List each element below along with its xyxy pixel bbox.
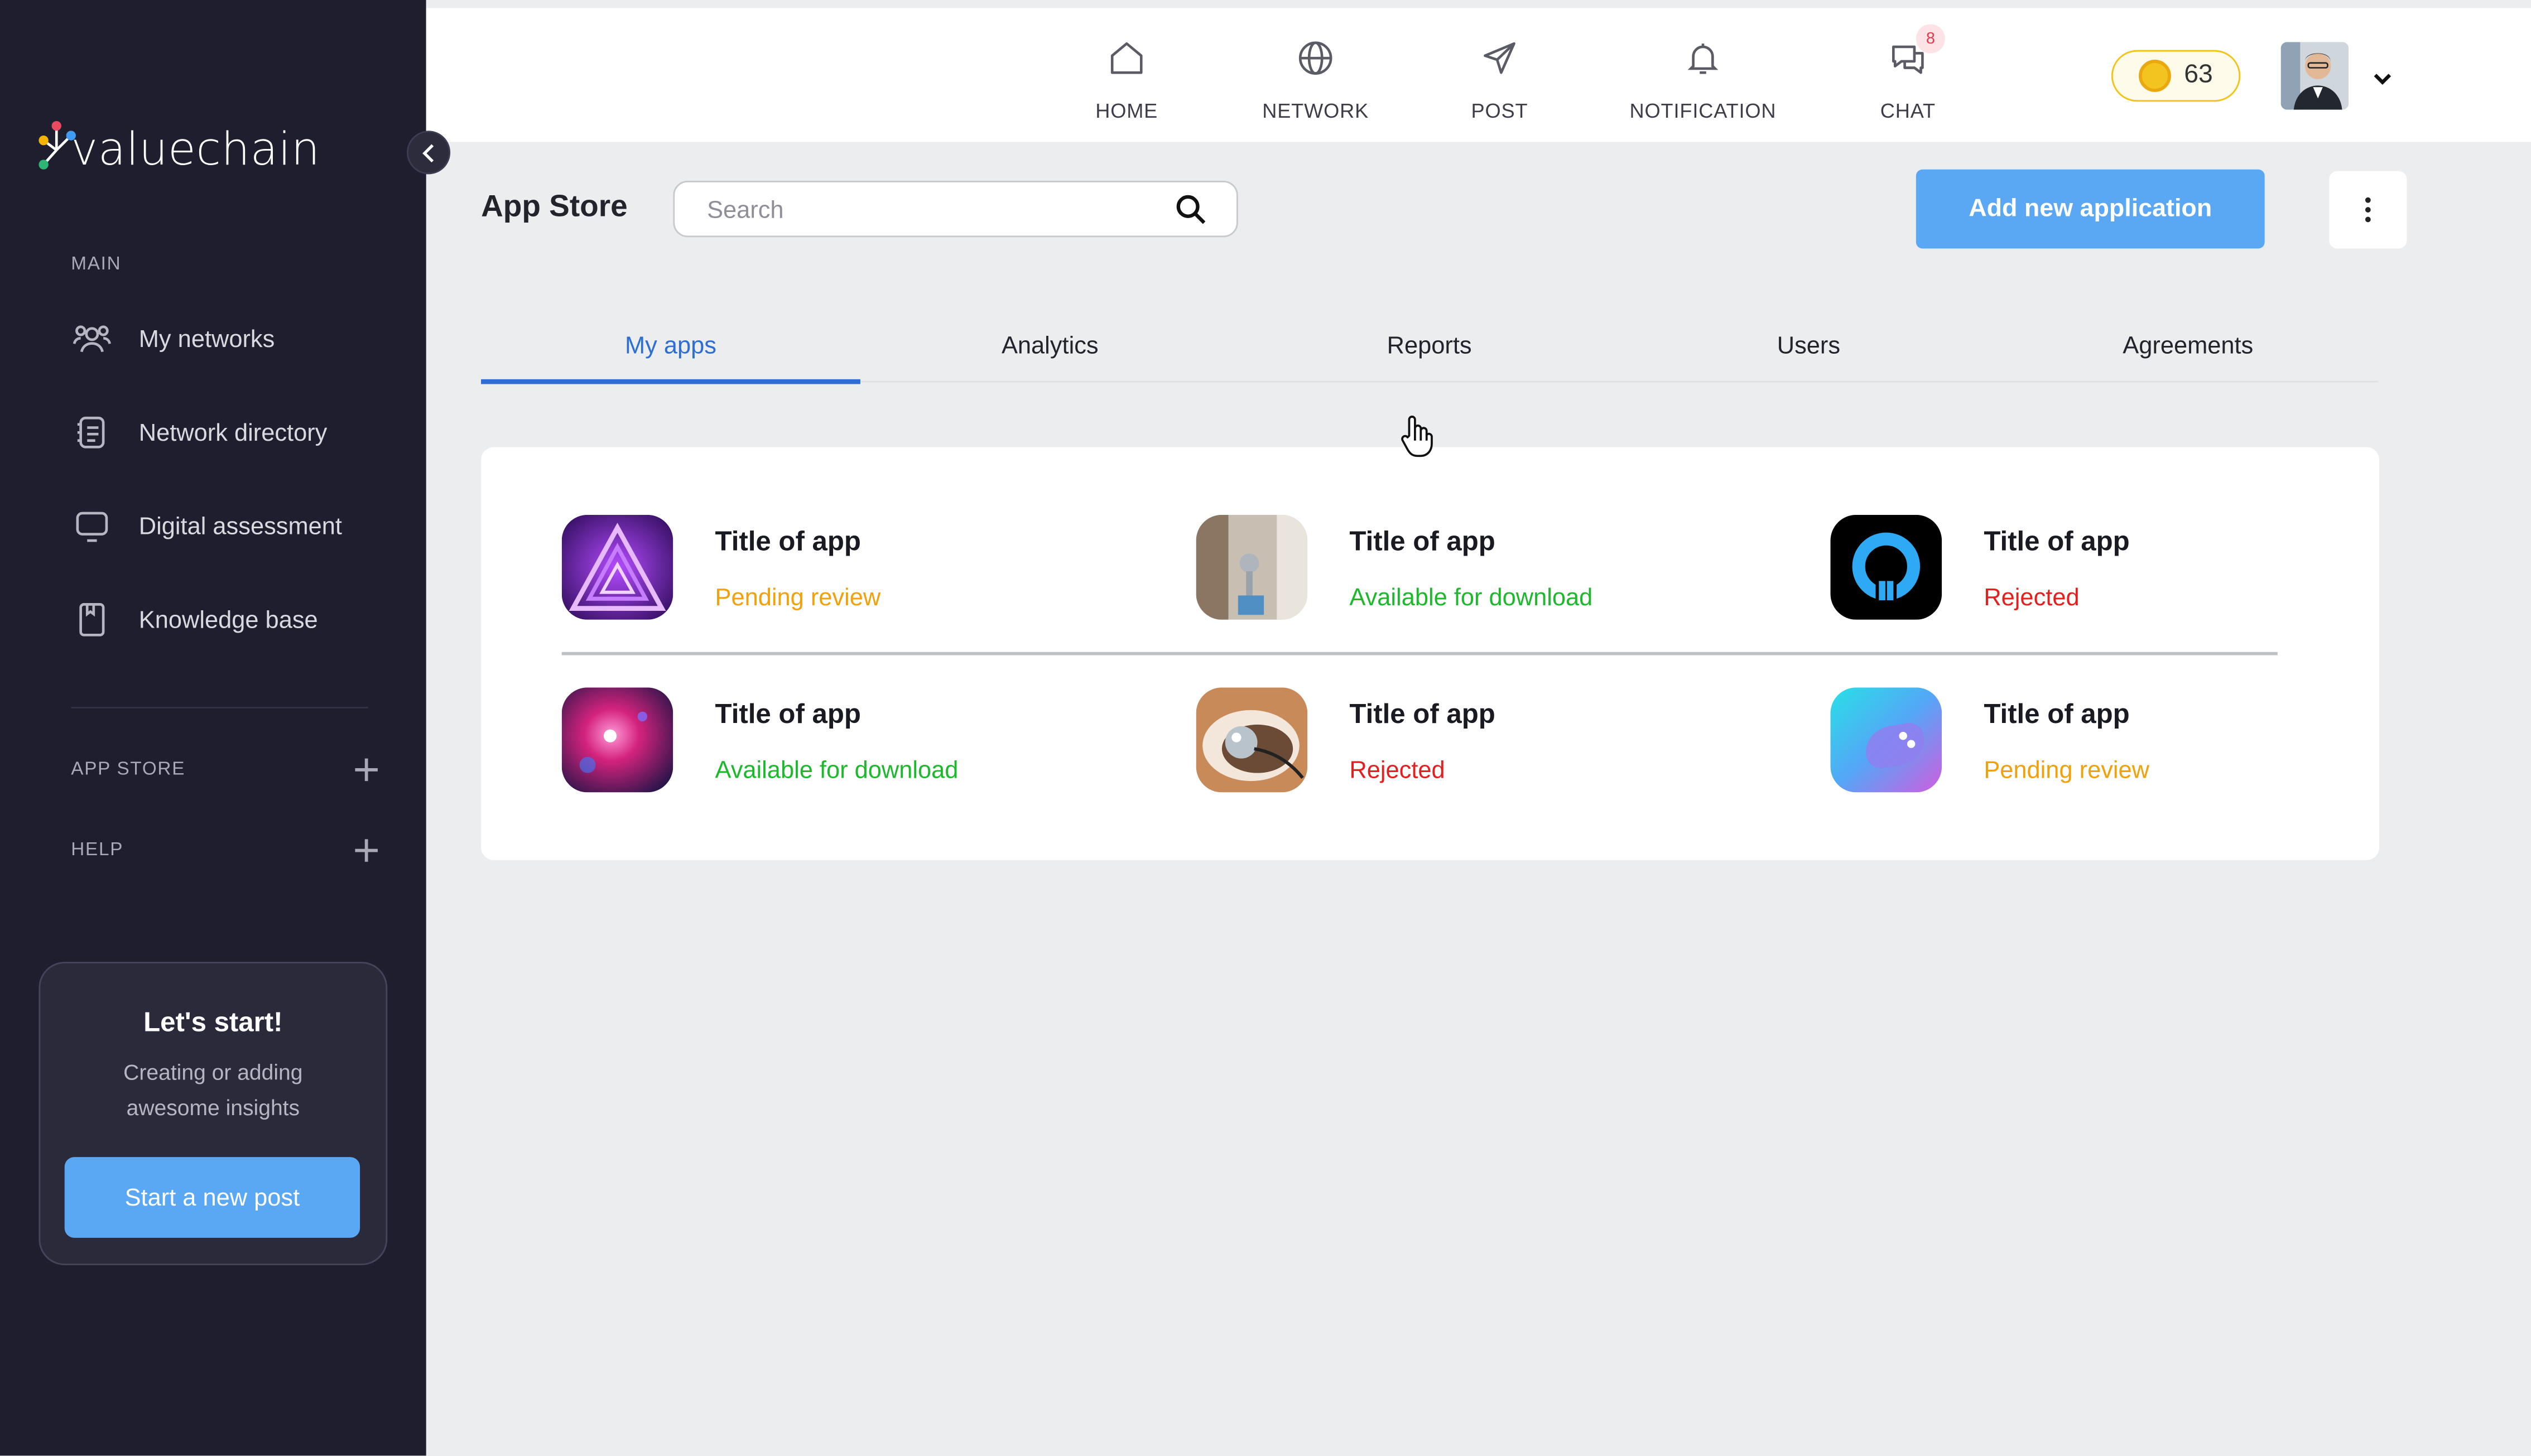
brand-logo[interactable]: valuechain: [36, 113, 359, 184]
start-card-title: Let's start!: [143, 1007, 283, 1038]
app-card[interactable]: Title of app Pending review: [1830, 687, 2380, 801]
tab-analytics[interactable]: Analytics: [860, 313, 1240, 381]
globe-icon: [1295, 37, 1336, 79]
topnav-label: NOTIFICATION: [1629, 100, 1777, 123]
directory-icon: [71, 412, 113, 454]
app-thumbnail: [561, 514, 673, 620]
app-title: Title of app: [715, 526, 861, 557]
app-thumbnail: [1196, 514, 1308, 620]
app-store-section-toggle[interactable]: APP STORE: [71, 754, 378, 786]
top-strip: [426, 0, 2531, 8]
start-new-post-button[interactable]: Start a new post: [64, 1157, 360, 1238]
users-icon: [71, 318, 113, 360]
search-icon[interactable]: [1175, 194, 1207, 234]
app-card[interactable]: Title of app Rejected: [1830, 514, 2380, 628]
topnav-home[interactable]: HOME: [1086, 8, 1167, 142]
tab-users[interactable]: Users: [1619, 313, 1999, 381]
sidebar-item-network-directory[interactable]: Network directory: [71, 408, 394, 457]
sidebar-item-digital-assessment[interactable]: Digital assessment: [71, 502, 394, 551]
brand-name: valuechain: [71, 122, 320, 176]
chat-badge: 8: [1916, 24, 1945, 54]
coins-value: 63: [2184, 61, 2213, 89]
sidebar-item-label: Knowledge base: [138, 606, 318, 634]
topnav-label: POST: [1471, 100, 1528, 123]
plus-icon: [355, 839, 378, 862]
topnav-post[interactable]: POST: [1459, 8, 1540, 142]
app-status: Pending review: [1984, 756, 2150, 784]
app-store-section-label: APP STORE: [71, 760, 186, 780]
chevron-left-icon: [421, 143, 433, 162]
app-thumbnail: [1830, 514, 1942, 620]
sidebar-item-label: My networks: [138, 325, 275, 353]
app-status: Available for download: [1349, 584, 1593, 612]
hand-cursor-icon: [1398, 413, 1436, 466]
apps-card: Title of app Pending review Title of app…: [481, 447, 2380, 860]
topnav-network[interactable]: NETWORK: [1259, 8, 1372, 142]
search-input[interactable]: [704, 182, 1162, 238]
sidebar-item-my-networks[interactable]: My networks: [71, 315, 394, 363]
send-icon: [1479, 37, 1520, 79]
monitor-icon: [71, 505, 113, 547]
avatar[interactable]: [2280, 42, 2349, 110]
sidebar-collapse-button[interactable]: [407, 131, 451, 175]
coins-balance[interactable]: 63: [2111, 50, 2241, 102]
sidebar-divider: [71, 707, 368, 708]
app-card[interactable]: Title of app Available for download: [561, 687, 1111, 801]
page-title: App Store: [481, 190, 628, 225]
book-icon: [71, 599, 113, 640]
app-status: Pending review: [715, 584, 881, 612]
coin-icon: [2139, 60, 2172, 92]
tab-my-apps[interactable]: My apps: [481, 313, 860, 384]
app-title: Title of app: [1984, 526, 2130, 557]
app-thumbnail: [1830, 687, 1942, 793]
more-vertical-icon: [2365, 197, 2371, 223]
app-title: Title of app: [715, 698, 861, 730]
home-icon: [1106, 37, 1148, 79]
app-status: Rejected: [1349, 756, 1445, 784]
main-section-label: MAIN: [71, 255, 122, 274]
app-card[interactable]: Title of app Available for download: [1196, 514, 1745, 628]
topnav-label: NETWORK: [1262, 100, 1369, 123]
chevron-down-icon: [2374, 74, 2392, 85]
row-divider: [561, 652, 2278, 655]
topnav-chat[interactable]: 8 CHAT: [1868, 8, 1948, 142]
search-box: [673, 181, 1238, 238]
add-new-application-button[interactable]: Add new application: [1916, 169, 2265, 249]
app-thumbnail: [561, 687, 673, 793]
app-card[interactable]: Title of app Rejected: [1196, 687, 1745, 801]
app-status: Rejected: [1984, 584, 2080, 612]
app-title: Title of app: [1984, 698, 2130, 730]
app-card[interactable]: Title of app Pending review: [561, 514, 1111, 628]
tab-reports[interactable]: Reports: [1240, 313, 1619, 381]
plus-icon: [355, 758, 378, 782]
tab-agreements[interactable]: Agreements: [1998, 313, 2378, 381]
help-section-toggle[interactable]: HELP: [71, 835, 378, 867]
help-section-label: HELP: [71, 841, 124, 860]
top-bar: HOME NETWORK POST NOTIFICATION 8 CHAT 63: [426, 8, 2531, 142]
sidebar: valuechain MAIN My networks Network dire…: [0, 0, 426, 1456]
topnav-notification[interactable]: NOTIFICATION: [1622, 8, 1783, 142]
topnav-label: HOME: [1095, 100, 1158, 123]
bell-icon: [1682, 37, 1724, 79]
start-card: Let's start! Creating or adding awesome …: [39, 962, 388, 1266]
sidebar-item-label: Digital assessment: [138, 512, 342, 540]
more-options-button[interactable]: [2329, 171, 2407, 249]
sidebar-item-knowledge-base[interactable]: Knowledge base: [71, 595, 394, 644]
tab-bar: My apps Analytics Reports Users Agreemen…: [481, 313, 2378, 384]
account-menu-toggle[interactable]: [2373, 66, 2393, 95]
chat-icon: 8: [1887, 24, 1945, 79]
app-title: Title of app: [1349, 526, 1495, 557]
start-card-description: Creating or adding awesome insights: [123, 1060, 303, 1120]
app-thumbnail: [1196, 687, 1308, 793]
sidebar-item-label: Network directory: [138, 418, 328, 446]
topnav-label: CHAT: [1880, 100, 1936, 123]
app-title: Title of app: [1349, 698, 1495, 730]
app-status: Available for download: [715, 756, 959, 784]
